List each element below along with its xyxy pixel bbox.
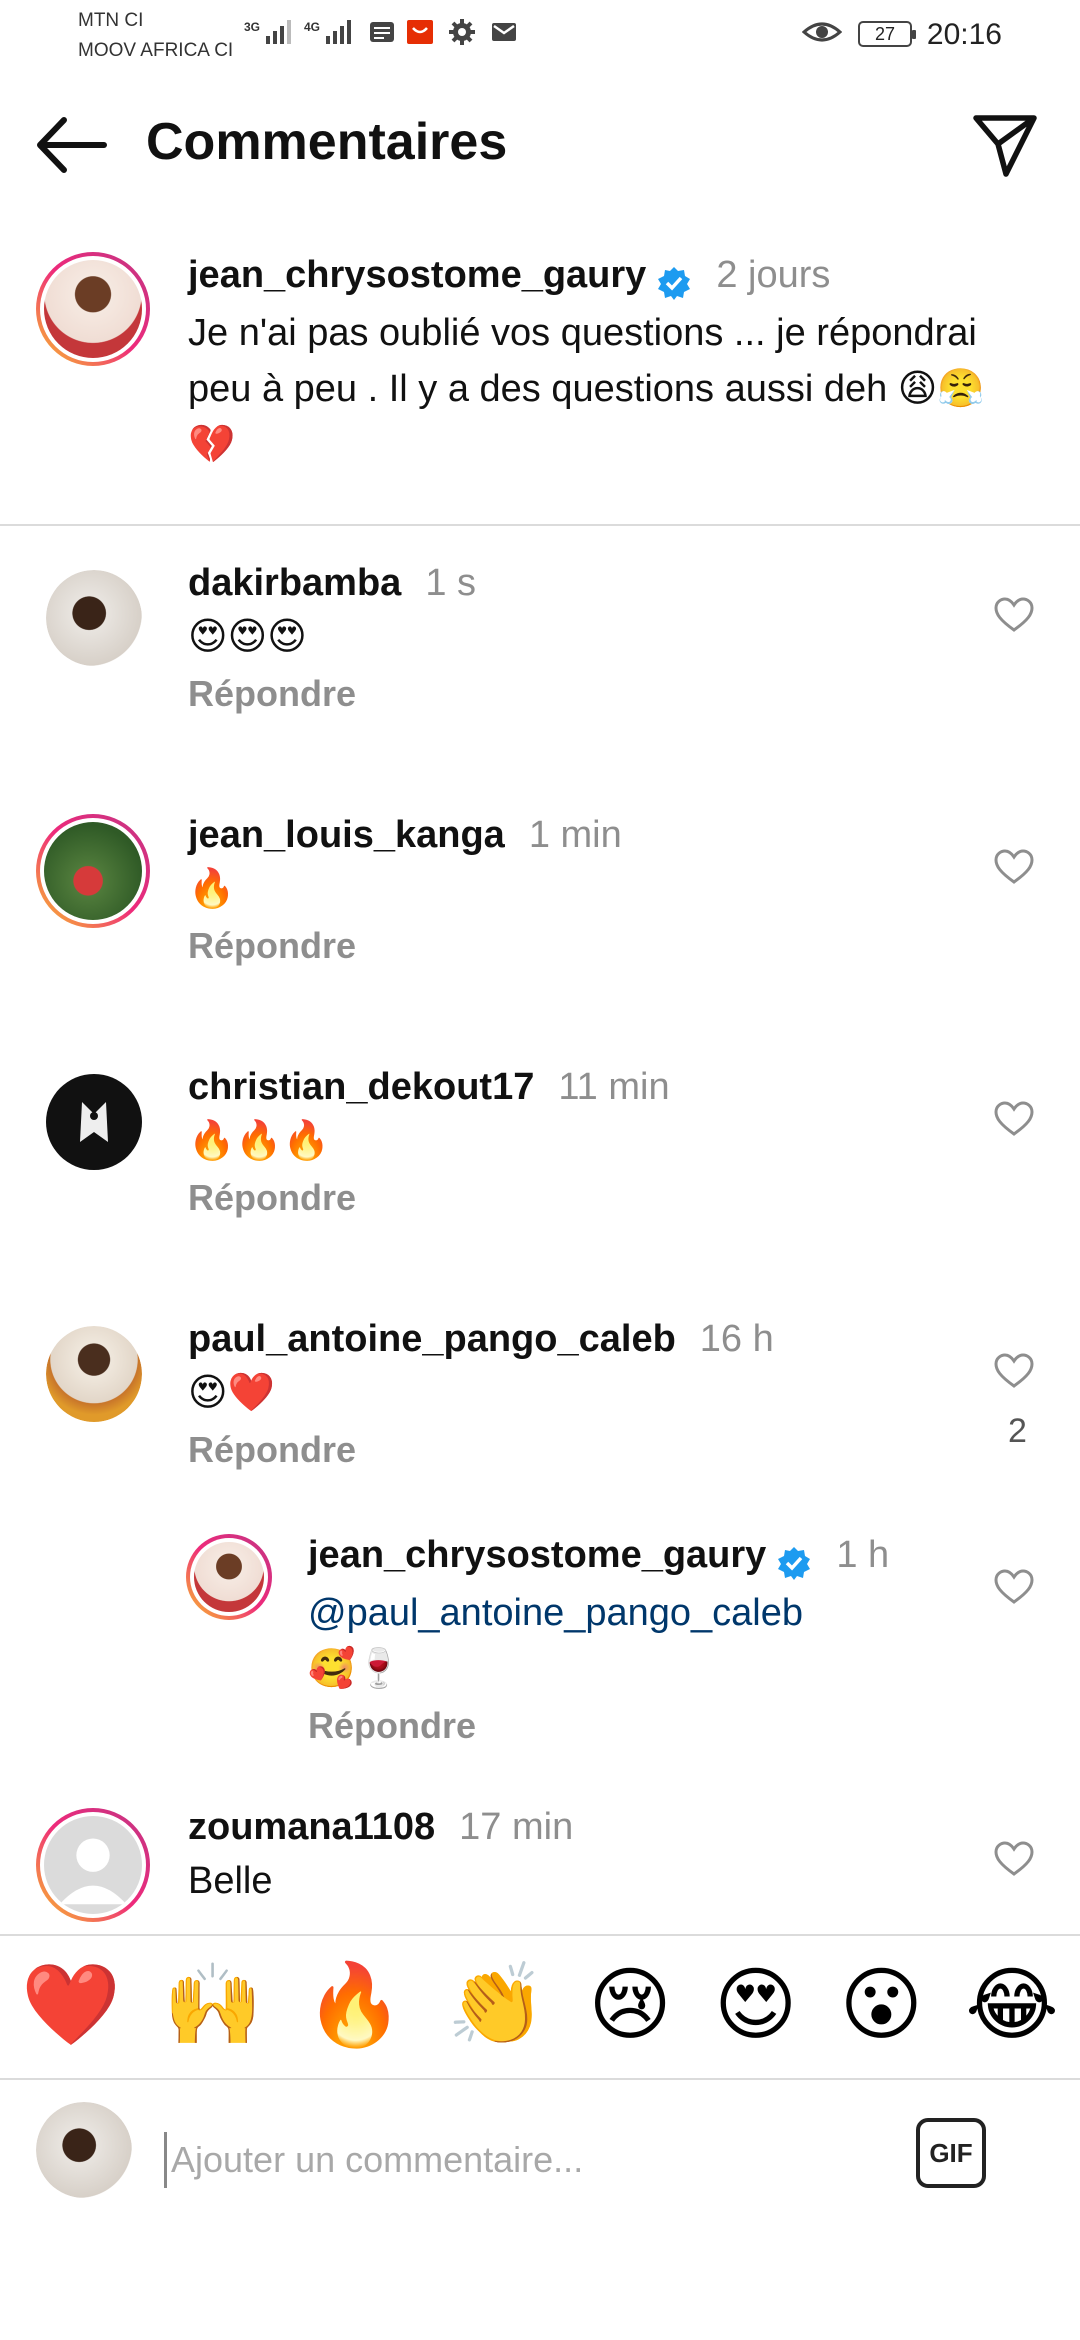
carrier-1: MTN CI	[78, 10, 144, 31]
reaction-surprised[interactable]: 😮	[840, 1965, 923, 2045]
comment: dakirbamba 1 s 😍😍😍 Répondre	[188, 562, 950, 715]
like-heart-icon[interactable]	[994, 1568, 1034, 1608]
username[interactable]: jean_louis_kanga	[188, 814, 505, 856]
comment-text: 🔥🔥🔥	[188, 1120, 330, 1162]
like-heart-icon[interactable]	[994, 1840, 1034, 1880]
timestamp: 1 min	[528, 814, 622, 856]
reply-button[interactable]: Répondre	[188, 1429, 950, 1471]
reaction-clap[interactable]: 👏	[447, 1965, 547, 2045]
comment-text: 😍😍😍	[188, 616, 307, 658]
reaction-fire[interactable]: 🔥	[305, 1965, 405, 2045]
share-icon[interactable]	[970, 110, 1040, 180]
timestamp: 11 min	[558, 1066, 670, 1108]
caption-text: Je n'ai pas oublié vos questions ... je …	[188, 311, 985, 466]
carrier-2: MOOV AFRICA CI	[78, 40, 234, 61]
settings-icon	[449, 19, 475, 45]
verified-badge-icon	[658, 266, 691, 300]
status-bar: MTN CI MOOV AFRICA CI 3G 4G 27 20:16	[0, 0, 1080, 80]
comment-text: 🥰🍷	[308, 1647, 403, 1690]
gif-button[interactable]: GIF	[916, 2118, 986, 2188]
reply-button[interactable]: Répondre	[188, 1177, 950, 1219]
reaction-heart[interactable]: ❤️	[21, 1965, 121, 2045]
mention-link[interactable]: @paul_antoine_pango_caleb	[308, 1585, 950, 1641]
eye-icon	[802, 22, 842, 42]
aliexpress-icon	[407, 20, 433, 44]
avatar[interactable]	[46, 570, 142, 666]
avatar[interactable]	[36, 1808, 150, 1922]
mail-icon	[492, 23, 516, 41]
like-heart-icon[interactable]	[994, 848, 1034, 888]
current-user-avatar	[36, 2102, 132, 2198]
clock: 20:16	[926, 18, 1002, 51]
avatar[interactable]	[46, 1074, 142, 1170]
avatar[interactable]	[46, 1326, 142, 1422]
reaction-crying[interactable]: 😢	[588, 1965, 671, 2045]
reply-button[interactable]: Répondre	[308, 1705, 950, 1747]
comment-input-bar: Ajouter un commentaire... GIF	[0, 2080, 1080, 2230]
quick-reactions-bar: ❤️ 🙌 🔥 👏 😢 😍 😮 😂	[0, 1935, 1080, 2075]
like-heart-icon[interactable]	[994, 596, 1034, 636]
comment: jean_louis_kanga 1 min 🔥 Répondre	[188, 814, 950, 967]
reply-button[interactable]: Répondre	[188, 673, 950, 715]
reaction-heart-eyes[interactable]: 😍	[714, 1965, 797, 2045]
like-heart-icon[interactable]	[994, 1352, 1034, 1392]
divider	[0, 524, 1080, 526]
page-title: Commentaires	[146, 113, 508, 171]
comment-input[interactable]: Ajouter un commentaire...	[164, 2132, 871, 2188]
verified-badge-icon	[778, 1546, 811, 1580]
like-count: 2	[1008, 1412, 1027, 1450]
comment: paul_antoine_pango_caleb 16 h 😍❤️ Répondr…	[188, 1318, 950, 1471]
back-arrow-icon[interactable]	[34, 116, 108, 174]
timestamp: 1 h	[836, 1534, 890, 1576]
caption: jean_chrysostome_gaury 2 jours Je n'ai pa…	[188, 254, 1000, 473]
reaction-raised-hands[interactable]: 🙌	[163, 1965, 263, 2045]
app-header: Commentaires	[0, 90, 1080, 200]
signal-icon: 3G	[244, 20, 292, 44]
battery-indicator: 27	[858, 21, 916, 47]
comment-text: 😍❤️	[188, 1372, 275, 1414]
avatar[interactable]	[36, 252, 150, 366]
signal-icon-2: 4G	[304, 20, 352, 44]
username[interactable]: jean_chrysostome_gaury	[308, 1534, 766, 1576]
avatar[interactable]	[36, 814, 150, 928]
comment: christian_dekout17 11 min 🔥🔥🔥 Répondre	[188, 1066, 950, 1219]
comment: zoumana1108 17 min Belle	[188, 1806, 950, 1909]
username[interactable]: paul_antoine_pango_caleb	[188, 1318, 676, 1360]
timestamp: 2 jours	[716, 254, 831, 296]
avatar[interactable]	[186, 1534, 272, 1620]
comment-text: Belle	[188, 1860, 273, 1902]
username[interactable]: zoumana1108	[188, 1806, 435, 1848]
news-icon	[370, 22, 394, 42]
timestamp: 1 s	[425, 562, 477, 604]
comment-text: 🔥	[188, 868, 236, 910]
timestamp: 17 min	[459, 1806, 574, 1848]
username[interactable]: dakirbamba	[188, 562, 401, 604]
reply-button[interactable]: Répondre	[188, 925, 950, 967]
like-heart-icon[interactable]	[994, 1100, 1034, 1140]
timestamp: 16 h	[699, 1318, 774, 1360]
username[interactable]: jean_chrysostome_gaury	[188, 254, 646, 296]
reaction-laughing[interactable]: 😂	[965, 1965, 1058, 2045]
username[interactable]: christian_dekout17	[188, 1066, 534, 1108]
reply-comment: jean_chrysostome_gaury 1 h @paul_antoine_…	[308, 1534, 950, 1747]
